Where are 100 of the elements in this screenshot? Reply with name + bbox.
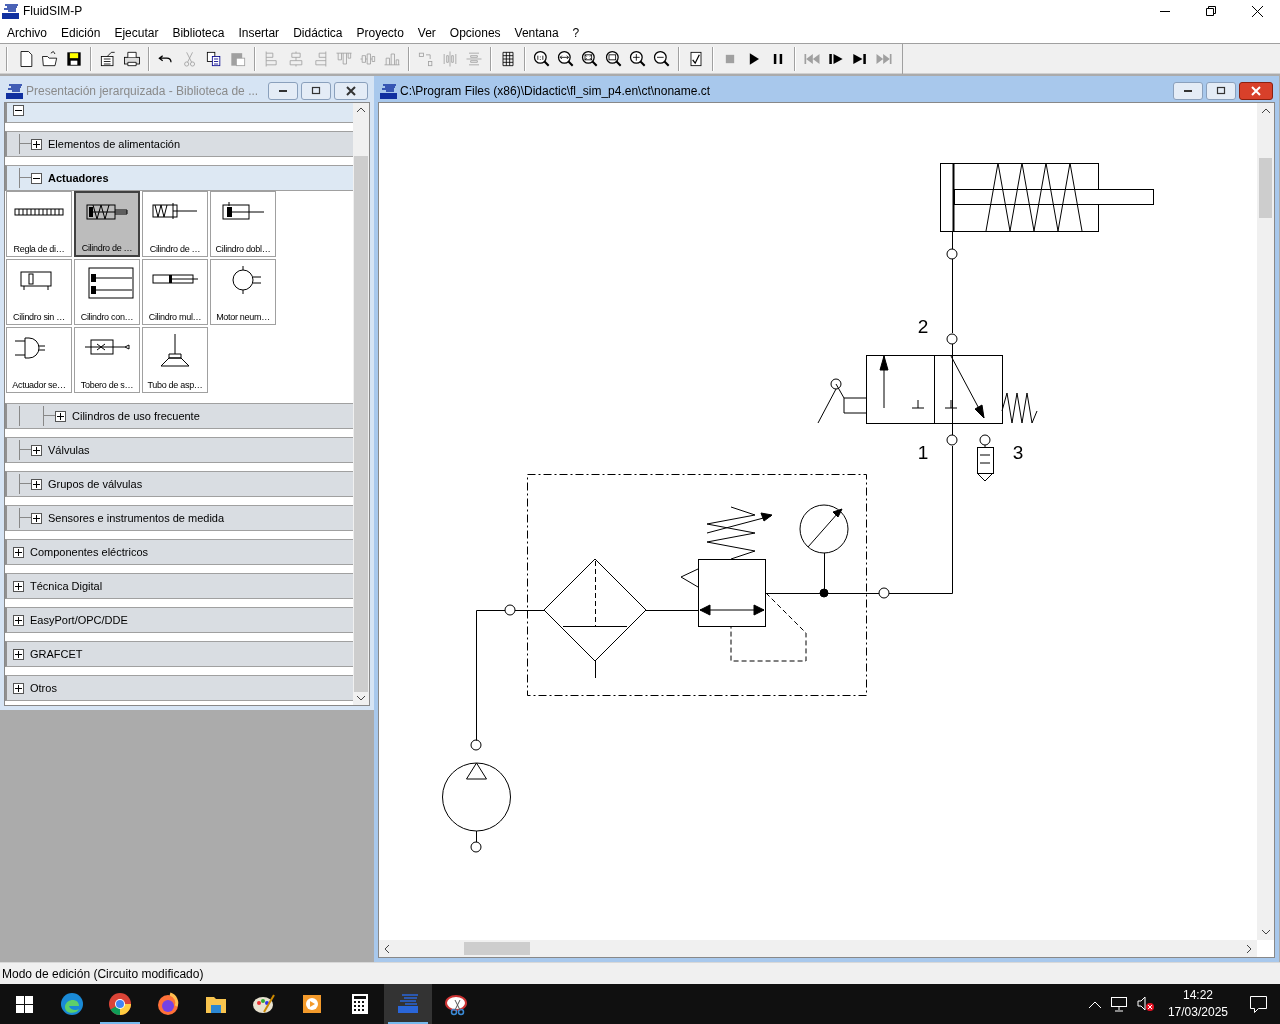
tree-row[interactable]: Técnica Digital [5,573,353,599]
expand-toggle[interactable] [31,444,42,456]
component-tile[interactable]: Tobero de s… [74,327,140,393]
menu-item[interactable]: Biblioteca [165,22,232,43]
expand-toggle[interactable] [55,410,66,422]
tile-label: Tubo de asp… [147,380,203,390]
tree-row[interactable]: Actuadores [5,165,353,191]
palette-icon [252,992,276,1016]
scroll-down-icon[interactable] [357,696,365,701]
network-monitor-icon[interactable] [1110,996,1127,1012]
tree-row[interactable]: Válvulas [5,437,353,463]
plus-icon [32,445,41,455]
menu-item[interactable]: Opciones [442,22,508,43]
tree-label: EasyPort/OPC/DDE [30,612,128,628]
plus-icon [32,513,41,523]
minimize-icon [1160,10,1170,12]
minimize-button[interactable] [268,82,298,100]
maximize-button[interactable] [301,82,331,100]
plus-icon [32,479,41,489]
component-symbol-icon [84,339,130,355]
scroll-down-icon[interactable] [1261,930,1270,935]
swirl-icon [60,992,84,1016]
component-tile[interactable]: Motor neum… [210,259,276,325]
menu-item[interactable]: ? [565,22,587,43]
component-symbol-icon [20,271,52,291]
scroll-up-icon[interactable] [357,107,365,112]
expand-toggle[interactable] [31,138,42,150]
close-button[interactable] [334,82,368,100]
silencer-drawing [976,444,994,482]
clock-button[interactable]: 14:22 17/03/2025 [1167,987,1228,1021]
tree-row[interactable]: Sensores e instrumentos de medida [5,505,353,531]
maximize-button[interactable] [1206,82,1236,100]
tree-row[interactable]: Cilindros de uso frecuente [5,403,353,429]
logo-icon [380,83,397,99]
expand-toggle[interactable] [13,648,24,660]
component-symbol-icon [232,265,262,295]
component-tile[interactable]: Cilindro sin … [6,259,72,325]
tree-label: Grupos de válvulas [48,476,143,492]
menu-item[interactable]: Ventana [507,22,566,43]
component-symbol-icon [14,337,46,359]
tree-row[interactable]: Otros [5,675,353,701]
zoom-width-icon [556,48,576,69]
plus-icon [56,411,65,421]
tile-label: Cilindro mul… [148,312,202,322]
menu-item[interactable]: Ver [410,22,443,43]
tile-label: Motor neum… [216,312,270,322]
zoom-window-icon [604,48,624,69]
scrollbar-thumb[interactable] [464,942,530,955]
tree-row[interactable]: Elementos de alimentación [5,131,353,157]
scrollbar-thumb[interactable] [354,156,368,692]
expand-toggle[interactable] [13,580,24,592]
collapse-toggle[interactable] [13,104,24,116]
tree-row[interactable]: EasyPort/OPC/DDE [5,607,353,633]
tree-label: Otros [30,680,57,696]
menu-item[interactable]: Edición [54,22,108,43]
window-title: C:\Program Files (x86)\Didactic\fl_sim_p4.en\ct\noname.ct [400,83,711,100]
tree-row[interactable]: Componentes eléctricos [5,539,353,565]
scrollbar-thumb[interactable] [1259,158,1272,218]
menu-item[interactable]: Proyecto [349,22,411,43]
component-symbol-icon [86,204,128,220]
port-number: 2 [917,316,929,337]
expand-toggle[interactable] [13,682,24,694]
collapse-toggle[interactable] [31,172,42,184]
component-tile[interactable]: Cilindro de … [74,191,140,257]
component-tile[interactable]: Cilindro de … [142,191,208,257]
component-tile[interactable]: Tubo de asp… [142,327,208,393]
expand-toggle[interactable] [13,614,24,626]
menu-item[interactable]: Insertar [231,22,287,43]
expand-toggle[interactable] [31,512,42,524]
taskbar-app-button[interactable] [384,984,432,1024]
menu-item[interactable]: Ejecutar [107,22,166,43]
tile-label: Cilindro de … [149,244,201,254]
close-button[interactable] [1239,82,1273,100]
tree-row[interactable]: GRAFCET [5,641,353,667]
tree-row[interactable]: Grupos de válvulas [5,471,353,497]
menu-item[interactable]: Archivo [0,22,54,43]
component-tile[interactable]: Cilindro dobl… [210,191,276,257]
component-tile[interactable]: Cilindro mul… [142,259,208,325]
windows-logo-icon [15,995,33,1013]
zoom-in-icon [628,48,648,69]
component-tile[interactable]: Actuador se… [6,327,72,393]
chevron-up-icon[interactable] [1088,1000,1101,1008]
port-number: 1 [917,442,929,463]
zoom-fit-icon [580,48,600,69]
scroll-right-icon[interactable] [1247,944,1252,953]
minimize-button[interactable] [1173,82,1203,100]
scroll-left-icon[interactable] [384,944,389,953]
component-tile[interactable]: Cilindro con… [74,259,140,325]
status-text: Modo de edición (Circuito modificado) [2,965,204,983]
expand-toggle[interactable] [31,478,42,490]
component-symbol-icon [14,208,64,216]
component-tile[interactable]: Regla de di… [6,191,72,257]
component-symbol-icon [88,267,134,299]
scroll-up-icon[interactable] [1261,108,1270,113]
tile-label: Regla de di… [13,244,65,254]
speaker-muted-icon[interactable] [1136,996,1155,1012]
tile-label: Tobero de s… [80,380,134,390]
menu-item[interactable]: Didáctica [286,22,350,43]
plus-icon [14,581,23,591]
expand-toggle[interactable] [13,546,24,558]
